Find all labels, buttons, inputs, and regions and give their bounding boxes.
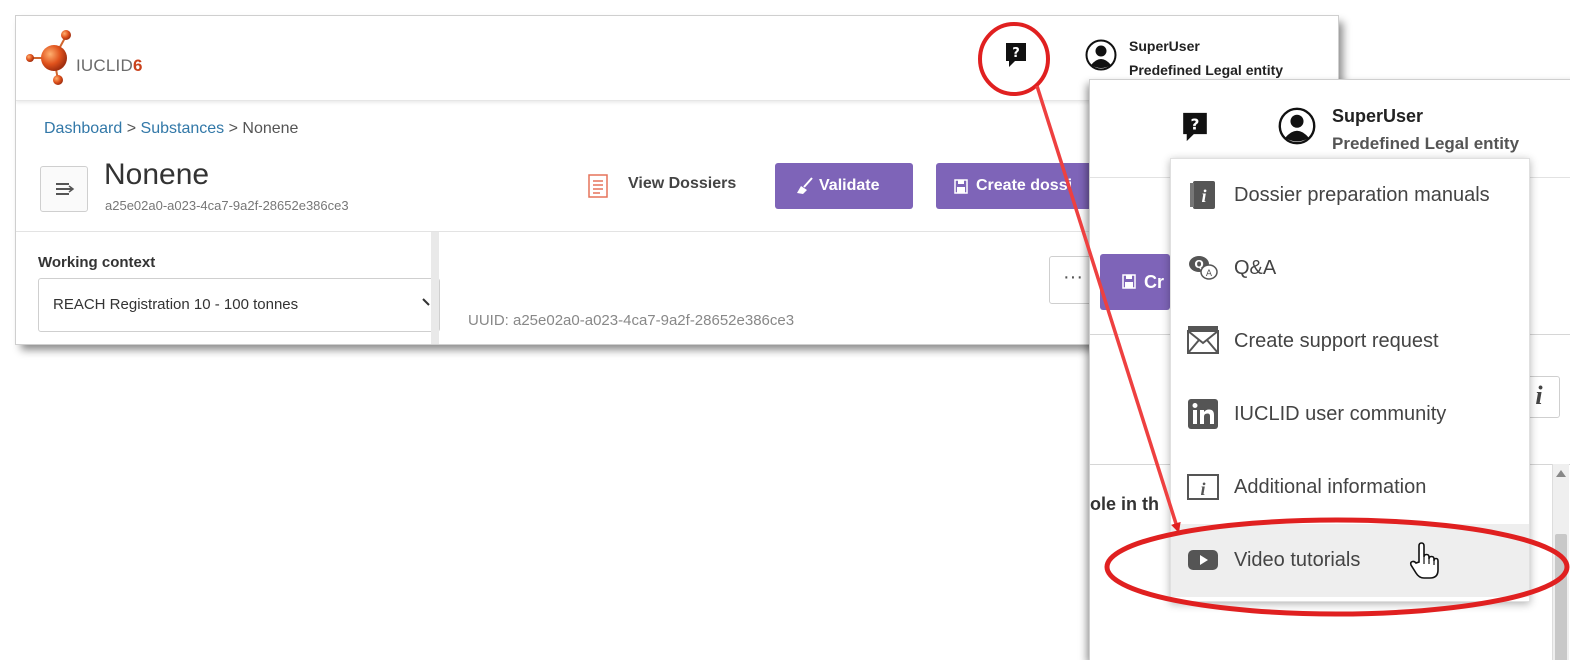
menu-item-label: Q&A	[1234, 257, 1277, 279]
scroll-thumb[interactable]	[1555, 534, 1567, 660]
menu-item-label: Video tutorials	[1234, 549, 1361, 571]
create-dossier-button[interactable]: Cr	[1100, 254, 1170, 310]
breadcrumb-separator: >	[126, 120, 137, 137]
menu-item-user-community[interactable]: IUCLID user community	[1171, 378, 1529, 451]
validate-button[interactable]: Validate	[775, 163, 913, 209]
menu-item-label: Create support request	[1234, 330, 1439, 352]
page-uuid: a25e02a0-a023-4ca7-9a2f-28652e386ce3	[105, 198, 349, 213]
page-title: Nonene	[104, 158, 210, 191]
linkedin-icon	[1188, 399, 1218, 429]
view-dossiers-label: View Dossiers	[628, 175, 737, 192]
envelope-icon	[1187, 326, 1219, 354]
svg-text:i: i	[1201, 186, 1206, 206]
menu-icon	[56, 183, 75, 195]
video-icon	[1188, 550, 1218, 570]
svg-text:i: i	[1200, 479, 1205, 499]
zoomed-help-view: ? SuperUser Predefined Legal entity Cr i…	[1090, 80, 1570, 660]
create-dossier-label: Cr	[1144, 272, 1165, 292]
breadcrumb: Dashboard > Substances > Nonene	[44, 120, 298, 138]
svg-text:?: ?	[1012, 46, 1020, 61]
working-context-label: Working context	[38, 254, 156, 271]
manual-icon: i	[1190, 181, 1215, 209]
menu-item-video-tutorials[interactable]: Video tutorials	[1171, 524, 1529, 597]
help-icon[interactable]: ?	[1182, 111, 1208, 143]
role-text: ole in th	[1090, 494, 1159, 514]
uuid-line: UUID: a25e02a0-a023-4ca7-9a2f-28652e386c…	[468, 312, 795, 329]
save-icon	[954, 179, 968, 194]
avatar-icon[interactable]	[1278, 107, 1316, 145]
breadcrumb-separator: >	[228, 120, 238, 137]
qa-icon: Q A	[1189, 256, 1218, 280]
avatar-icon	[1085, 39, 1117, 71]
breadcrumb-substances[interactable]: Substances	[141, 120, 225, 137]
create-dossier-button[interactable]: Create dossi	[936, 163, 1106, 209]
create-dossier-label: Create dossi	[976, 177, 1073, 194]
help-dropdown-menu: i Dossier preparation manuals Q A Q&A Cr…	[1170, 158, 1530, 602]
navigation-menu-button[interactable]	[40, 166, 88, 212]
broom-icon	[797, 177, 813, 194]
svg-text:?: ?	[1191, 115, 1200, 133]
validate-label: Validate	[819, 177, 880, 194]
menu-item-label: Additional information	[1234, 476, 1427, 498]
menu-item-additional-info[interactable]: i Additional information	[1171, 451, 1529, 524]
scrollbar[interactable]	[1552, 464, 1569, 660]
panel-splitter[interactable]	[431, 232, 439, 344]
working-context-select[interactable]: REACH Registration 10 - 100 tonnes	[38, 278, 440, 332]
help-icon[interactable]: ?	[1005, 42, 1027, 68]
document-list-icon	[588, 174, 608, 198]
svg-text:A: A	[1206, 269, 1213, 279]
menu-item-qa[interactable]: Q A Q&A	[1171, 232, 1529, 305]
logo-molecule-icon	[26, 30, 71, 85]
hand-cursor-icon	[1409, 542, 1439, 579]
user-name: SuperUser	[1332, 106, 1424, 126]
save-icon	[1122, 274, 1136, 289]
info-icon: i	[1187, 474, 1219, 500]
menu-item-dossier-manuals[interactable]: i Dossier preparation manuals	[1171, 159, 1529, 232]
breadcrumb-dashboard[interactable]: Dashboard	[44, 120, 122, 137]
user-entity: Predefined Legal entity	[1332, 134, 1520, 153]
logo-text: IUCLID6	[76, 56, 143, 75]
breadcrumb-current: Nonene	[242, 120, 299, 137]
menu-item-support-request[interactable]: Create support request	[1171, 305, 1529, 378]
user-name: SuperUser	[1129, 38, 1200, 54]
user-entity: Predefined Legal entity	[1129, 62, 1284, 78]
menu-item-label: Dossier preparation manuals	[1234, 184, 1490, 206]
menu-item-label: IUCLID user community	[1234, 403, 1447, 425]
scroll-up-icon[interactable]	[1556, 470, 1566, 477]
iuclid-logo[interactable]: IUCLID6	[24, 26, 184, 86]
working-context-value: REACH Registration 10 - 100 tonnes	[53, 296, 299, 313]
